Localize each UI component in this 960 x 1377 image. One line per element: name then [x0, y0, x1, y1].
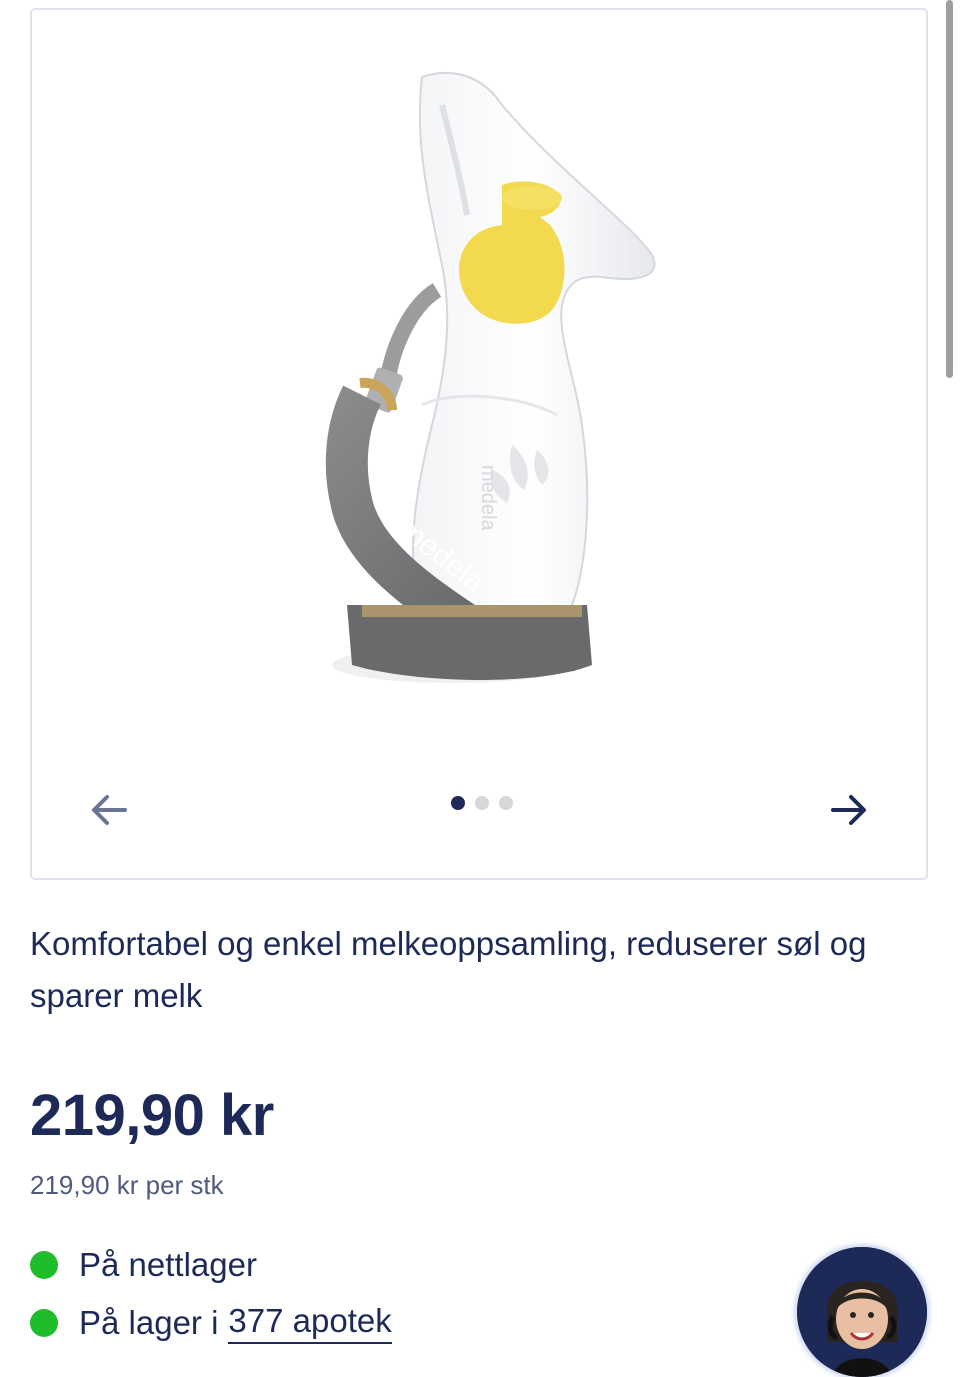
gallery-dot-1[interactable] — [451, 796, 465, 810]
stock-online-label: På nettlager — [79, 1246, 257, 1283]
product-image-gallery: medela medela — [30, 8, 928, 880]
pharmacy-count-link[interactable]: 377 apotek — [228, 1302, 392, 1344]
in-stock-icon — [30, 1251, 58, 1279]
arrow-right-icon — [831, 795, 866, 825]
chat-support-button[interactable] — [797, 1247, 927, 1377]
unit-price: 219,90 kr per stk — [30, 1170, 224, 1200]
stock-pharmacies: På lager i 377 apotek — [30, 1302, 392, 1344]
avatar — [797, 1247, 927, 1377]
gallery-prev-button[interactable] — [84, 780, 134, 840]
arrow-left-icon — [92, 795, 127, 825]
stock-online: På nettlager — [30, 1246, 257, 1284]
gallery-dot-3[interactable] — [499, 796, 513, 810]
in-stock-icon — [30, 1309, 58, 1337]
scrollbar-thumb[interactable] — [946, 0, 953, 378]
gallery-dot-2[interactable] — [475, 796, 489, 810]
gallery-next-button[interactable] — [824, 780, 874, 840]
product-description: Komfortabel og enkel melkeoppsamling, re… — [30, 925, 867, 1014]
gallery-pagination — [442, 793, 522, 813]
product-image: medela medela — [325, 71, 656, 683]
brand-logo-bottle: medela — [477, 465, 499, 531]
stock-pharmacies-prefix: På lager i — [79, 1304, 219, 1341]
product-price: 219,90 kr — [30, 1083, 274, 1148]
